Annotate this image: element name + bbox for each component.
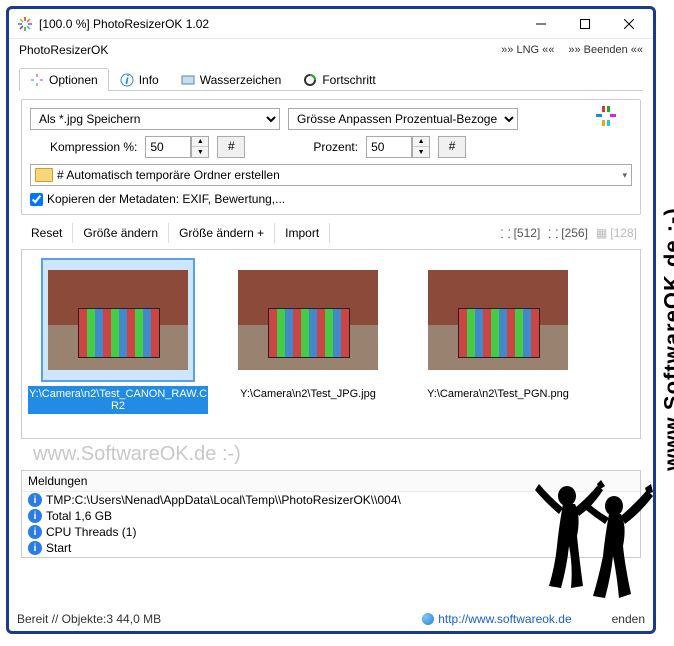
tabs: Optionen i Info Wasserzeichen Fortschrit… — [19, 67, 643, 91]
prozent-label: Prozent: — [313, 140, 358, 154]
info-icon: i — [28, 493, 42, 507]
folder-text: # Automatisch temporäre Ordner erstellen — [57, 168, 280, 182]
options-icon — [30, 73, 44, 87]
hash-button-2[interactable]: # — [438, 136, 466, 158]
svg-text:i: i — [125, 73, 129, 87]
action-toolbar: Reset Größe ändern Größe ändern + Import… — [21, 223, 641, 243]
copy-metadata-label: Kopieren der Metadaten: EXIF, Bewertung,… — [47, 192, 285, 206]
thumbnail-image — [428, 270, 568, 370]
side-watermark: www.SoftwareOK.de :-) — [659, 207, 674, 470]
globe-icon — [422, 613, 434, 625]
thumbnail-image — [48, 270, 188, 370]
thumbnail-label: Y:\Camera\n2\Test_CANON_RAW.CR2 — [28, 386, 208, 414]
prozent-spinner[interactable]: ▲▼ — [412, 136, 430, 158]
resize-plus-button[interactable]: Größe ändern + — [169, 223, 275, 243]
dancers-silhouette — [519, 466, 659, 606]
status-left: Bereit // Objekte:3 44,0 MB — [17, 612, 161, 626]
tab-label: Optionen — [49, 73, 98, 87]
statusbar: Bereit // Objekte:3 44,0 MB http://www.s… — [17, 609, 645, 629]
thumbnail-item[interactable]: Y:\Camera\n2\Test_PGN.png — [408, 260, 588, 428]
lng-menu[interactable]: »» LNG «« — [501, 44, 554, 56]
thumbnail-image — [238, 270, 378, 370]
size-256-button[interactable]: ⸬[256] — [544, 225, 592, 242]
resize-mode-select[interactable]: Grösse Anpassen Prozentual-Bezoge — [288, 108, 518, 130]
minimize-button[interactable] — [519, 10, 563, 38]
close-button[interactable] — [607, 10, 651, 38]
tab-info[interactable]: i Info — [109, 68, 170, 91]
info-icon: i — [28, 541, 42, 555]
maximize-button[interactable] — [563, 10, 607, 38]
beenden-menu[interactable]: »» Beenden «« — [568, 44, 643, 56]
thumbnail-item[interactable]: Y:\Camera\n2\Test_JPG.jpg — [218, 260, 398, 428]
size-128-button[interactable]: ▦[128] — [592, 226, 641, 240]
watermark-text: www.SoftwareOK.de :-) — [33, 443, 653, 466]
hash-button-1[interactable]: # — [217, 136, 245, 158]
info-icon: i — [120, 73, 134, 87]
app-name-label: PhotoResizerOK — [19, 43, 108, 57]
tab-wasserzeichen[interactable]: Wasserzeichen — [170, 68, 293, 91]
tab-label: Wasserzeichen — [200, 73, 282, 87]
import-button[interactable]: Import — [275, 223, 330, 243]
thumbnail-label: Y:\Camera\n2\Test_JPG.jpg — [218, 386, 398, 402]
tab-label: Fortschritt — [322, 73, 375, 87]
kompression-spinner[interactable]: ▲▼ — [191, 136, 209, 158]
tab-label: Info — [139, 73, 159, 87]
copy-metadata-checkbox[interactable] — [30, 193, 43, 206]
folder-icon — [35, 168, 53, 182]
resize-button[interactable]: Größe ändern — [73, 223, 169, 243]
prozent-input[interactable] — [366, 136, 412, 158]
reset-button[interactable]: Reset — [21, 223, 73, 243]
chevron-down-icon: ▾ — [622, 170, 627, 181]
app-icon — [17, 16, 33, 32]
thumbnail-item[interactable]: Y:\Camera\n2\Test_CANON_RAW.CR2 — [28, 260, 208, 428]
watermark-icon — [181, 73, 195, 87]
folder-select[interactable]: # Automatisch temporäre Ordner erstellen… — [30, 164, 632, 186]
status-right: enden — [612, 612, 645, 626]
titlebar: [100.0 %] PhotoResizerOK 1.02 — [9, 9, 653, 39]
info-icon: i — [28, 509, 42, 523]
save-as-select[interactable]: Als *.jpg Speichern — [30, 108, 280, 130]
menubar: PhotoResizerOK »» LNG «« »» Beenden «« — [9, 39, 653, 61]
options-panel: Als *.jpg Speichern Grösse Anpassen Proz… — [21, 99, 641, 215]
status-url[interactable]: http://www.softwareok.de — [422, 612, 571, 626]
kompression-input[interactable] — [145, 136, 191, 158]
kompression-label: Kompression %: — [50, 140, 137, 154]
progress-icon — [303, 73, 317, 87]
thumbnail-area: Y:\Camera\n2\Test_CANON_RAW.CR2 Y:\Camer… — [21, 249, 641, 439]
thumbnail-label: Y:\Camera\n2\Test_PGN.png — [408, 386, 588, 402]
tab-optionen[interactable]: Optionen — [19, 68, 109, 91]
window-title: [100.0 %] PhotoResizerOK 1.02 — [39, 17, 519, 31]
tab-fortschritt[interactable]: Fortschritt — [292, 68, 386, 91]
info-icon: i — [28, 525, 42, 539]
size-512-button[interactable]: ⸬[512] — [497, 225, 545, 242]
colorful-icon[interactable] — [592, 104, 620, 131]
